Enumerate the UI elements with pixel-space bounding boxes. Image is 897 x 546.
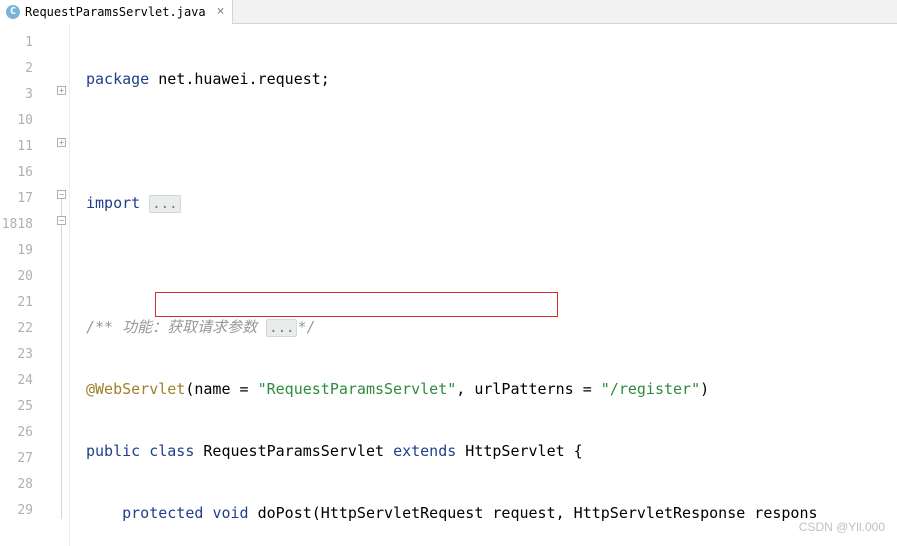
fold-toggle-icon[interactable]: − xyxy=(57,190,66,199)
fold-toggle-icon[interactable]: + xyxy=(57,86,66,95)
folded-region[interactable]: ... xyxy=(266,319,297,337)
code-line: protected void doPost(HttpServletRequest… xyxy=(86,500,897,526)
fold-column: + + − − xyxy=(55,24,69,546)
code-line: package net.huawei.request; xyxy=(86,66,897,92)
fold-toggle-icon[interactable]: − xyxy=(57,216,66,225)
tab-bar: C RequestParamsServlet.java × xyxy=(0,0,897,24)
code-line: public class RequestParamsServlet extend… xyxy=(86,438,897,464)
code-area[interactable]: package net.huawei.request; import ... /… xyxy=(70,24,897,546)
fold-toggle-icon[interactable]: + xyxy=(57,138,66,147)
code-line: import ... xyxy=(86,190,897,216)
code-line: @WebServlet(name = "RequestParamsServlet… xyxy=(86,376,897,402)
close-icon[interactable]: × xyxy=(217,4,225,19)
file-tab[interactable]: C RequestParamsServlet.java × xyxy=(0,0,233,24)
editor: 1 2 3 10 11 16 17 1818 19 20 21 22 23 24… xyxy=(0,24,897,546)
code-line xyxy=(86,252,897,278)
code-line: /** 功能：获取请求参数 ...*/ xyxy=(86,314,897,340)
folded-region[interactable]: ... xyxy=(149,195,180,213)
watermark: CSDN @Yll.000 xyxy=(799,520,885,534)
gutter: 1 2 3 10 11 16 17 1818 19 20 21 22 23 24… xyxy=(0,24,70,546)
java-class-icon: C xyxy=(6,5,20,19)
code-line xyxy=(86,128,897,154)
tab-filename: RequestParamsServlet.java xyxy=(25,5,206,19)
